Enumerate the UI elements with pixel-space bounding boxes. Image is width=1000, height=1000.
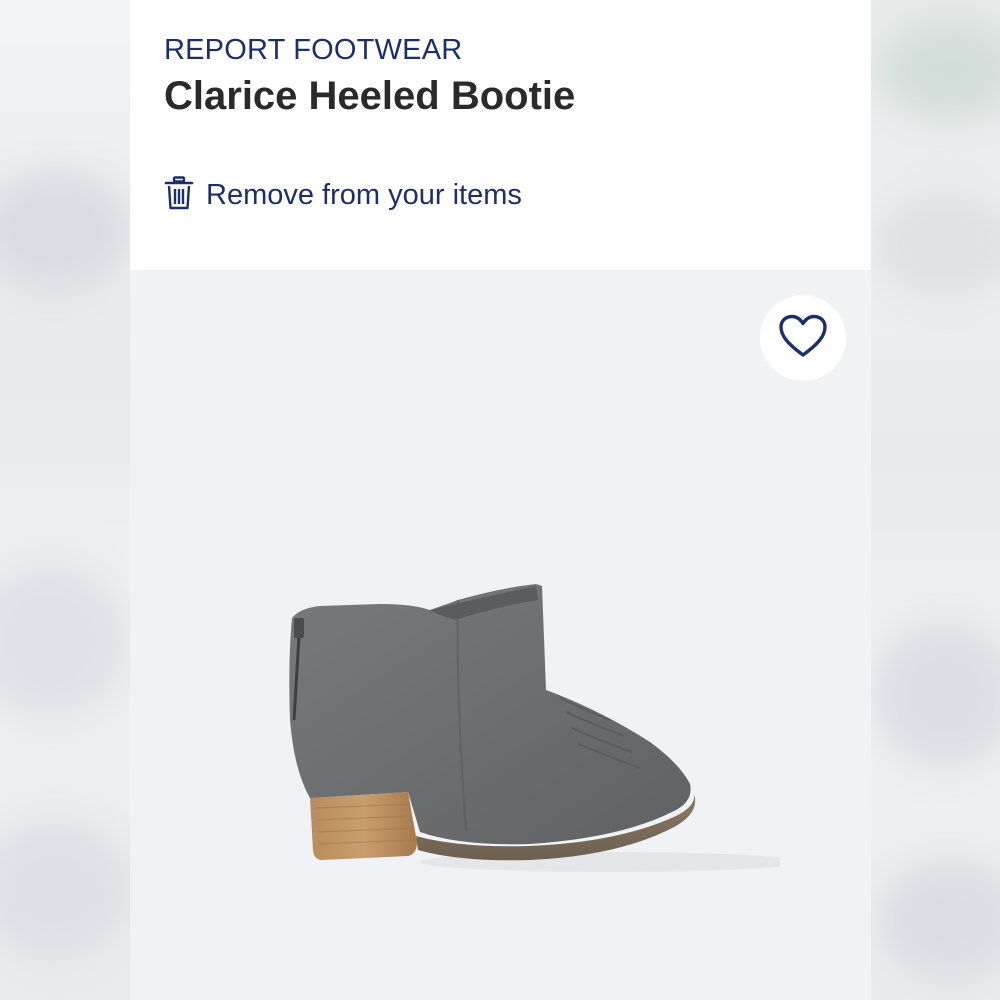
product-title: Clarice Heeled Bootie xyxy=(164,74,576,118)
blur-blob xyxy=(0,560,130,720)
remove-from-items-button[interactable]: Remove from your items xyxy=(164,176,522,215)
heart-icon xyxy=(778,314,828,363)
blur-blob xyxy=(870,620,1000,770)
left-blurred-background xyxy=(0,0,130,1000)
trash-icon xyxy=(164,176,194,215)
product-image-area xyxy=(130,270,871,1000)
right-blurred-background xyxy=(870,0,1000,1000)
product-header: REPORT FOOTWEAR Clarice Heeled Bootie Re… xyxy=(130,0,871,270)
product-photo-bootie xyxy=(280,580,800,885)
product-card: REPORT FOOTWEAR Clarice Heeled Bootie Re… xyxy=(130,0,871,1000)
remove-label: Remove from your items xyxy=(206,179,522,211)
brand-name: REPORT FOOTWEAR xyxy=(164,34,463,66)
blur-blob xyxy=(0,170,130,290)
blur-blob xyxy=(0,820,130,960)
blur-blob xyxy=(870,190,1000,300)
favorite-button[interactable] xyxy=(760,295,846,381)
blur-blob xyxy=(880,20,1000,120)
blur-blob xyxy=(880,860,1000,980)
